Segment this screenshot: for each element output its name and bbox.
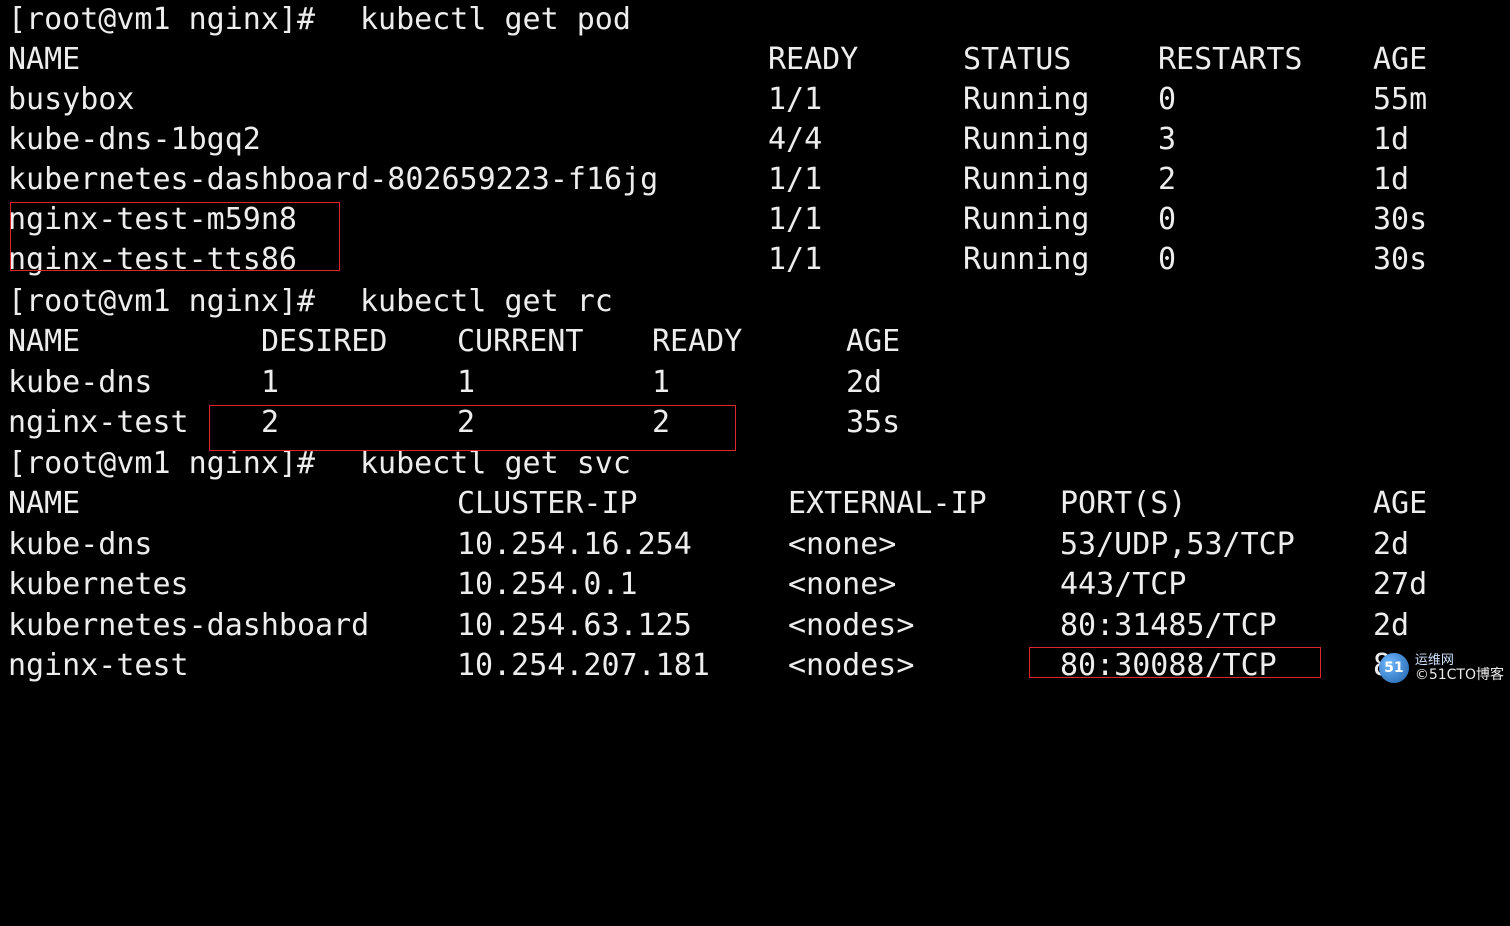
rc-current: 2 [457,405,476,440]
pod-row: nginx-test-m59n8 1/1 Running 0 30s [0,200,1510,240]
pod-ready: 1/1 [768,162,823,197]
header-ready: READY [768,42,859,77]
header-ports: PORT(S) [1060,486,1187,521]
svc-cluster-ip: 10.254.207.181 [457,648,710,683]
pod-restarts: 0 [1158,202,1177,237]
rc-row: nginx-test 2 2 2 35s [0,403,1510,443]
header-name: NAME [8,486,81,521]
svc-age: 2d [1373,527,1410,562]
header-age: AGE [1373,42,1428,77]
pod-row: kubernetes-dashboard-802659223-f16jg 1/1… [0,160,1510,200]
rc-age: 35s [846,405,901,440]
pod-ready: 1/1 [768,202,823,237]
watermark-brand: ©51CTO博客 [1414,667,1504,683]
svc-command-line: [root@vm1 nginx]# kubectl get svc [0,444,1510,484]
pod-row: nginx-test-tts86 1/1 Running 0 30s [0,240,1510,280]
rc-name: nginx-test [8,405,189,440]
rc-header-row: NAME DESIRED CURRENT READY AGE [0,322,1510,362]
header-age: AGE [1373,486,1428,521]
svc-row: kubernetes-dashboard 10.254.63.125 <node… [0,606,1510,646]
header-desired: DESIRED [261,324,388,359]
rc-name: kube-dns [8,365,153,400]
svc-age: 2d [1373,608,1410,643]
pod-ready: 1/1 [768,82,823,117]
rc-desired: 1 [261,365,280,400]
command-text: kubectl get pod [360,2,631,37]
pod-command-line: [root@vm1 nginx]# kubectl get pod [0,0,1510,40]
pod-restarts: 0 [1158,82,1177,117]
header-age: AGE [846,324,901,359]
pod-status: Running [963,82,1090,117]
svc-row: nginx-test 10.254.207.181 <nodes> 80:300… [0,646,1510,686]
pod-row: kube-dns-1bgq2 4/4 Running 3 1d [0,120,1510,160]
svc-external-ip: <nodes> [788,608,915,643]
pod-restarts: 2 [1158,162,1177,197]
svc-header-row: NAME CLUSTER-IP EXTERNAL-IP PORT(S) AGE [0,484,1510,524]
svc-ports: 80:30088/TCP [1060,648,1277,683]
51cto-logo-icon: 51 [1378,653,1409,683]
svc-ports: 80:31485/TCP [1060,608,1277,643]
rc-ready: 2 [652,405,671,440]
svc-cluster-ip: 10.254.63.125 [457,608,692,643]
pod-header-row: NAME READY STATUS RESTARTS AGE [0,40,1510,80]
header-cluster-ip: CLUSTER-IP [457,486,638,521]
shell-prompt: [root@vm1 nginx]# [8,284,316,319]
shell-prompt: [root@vm1 nginx]# [8,446,316,481]
svc-name: kubernetes-dashboard [8,608,370,643]
pod-age: 30s [1373,242,1428,277]
svc-ports: 53/UDP,53/TCP [1060,527,1295,562]
pod-ready: 1/1 [768,242,823,277]
header-external-ip: EXTERNAL-IP [788,486,987,521]
svc-external-ip: <nodes> [788,648,915,683]
svc-cluster-ip: 10.254.0.1 [457,567,638,602]
pod-restarts: 0 [1158,242,1177,277]
svc-age: 27d [1373,567,1428,602]
pod-status: Running [963,122,1090,157]
watermark-site: 运维网 [1414,653,1454,668]
terminal-window[interactable]: [root@vm1 nginx]# kubectl get pod NAME R… [0,0,1510,687]
header-name: NAME [8,324,81,359]
header-current: CURRENT [457,324,584,359]
pod-name: nginx-test-m59n8 [8,202,297,237]
pod-age: 1d [1373,122,1410,157]
header-ready: READY [652,324,743,359]
pod-age: 1d [1373,162,1410,197]
svc-name: kube-dns [8,527,153,562]
watermark: 51 运维网 ©51CTO博客 [1378,653,1504,683]
pod-status: Running [963,162,1090,197]
pod-name: nginx-test-tts86 [8,242,297,277]
pod-status: Running [963,202,1090,237]
rc-current: 1 [457,365,476,400]
svc-cluster-ip: 10.254.16.254 [457,527,692,562]
pod-status: Running [963,242,1090,277]
header-status: STATUS [963,42,1072,77]
header-name: NAME [8,42,81,77]
svc-name: nginx-test [8,648,189,683]
rc-command-line: [root@vm1 nginx]# kubectl get rc [0,282,1510,322]
watermark-text: 运维网 ©51CTO博客 [1414,653,1504,683]
pod-age: 30s [1373,202,1428,237]
svc-row: kube-dns 10.254.16.254 <none> 53/UDP,53/… [0,525,1510,565]
pod-name: busybox [8,82,135,117]
pod-row: busybox 1/1 Running 0 55m [0,80,1510,120]
svc-ports: 443/TCP [1060,567,1187,602]
rc-desired: 2 [261,405,280,440]
svc-name: kubernetes [8,567,189,602]
rc-ready: 1 [652,365,671,400]
svc-row: kubernetes 10.254.0.1 <none> 443/TCP 27d [0,565,1510,605]
svc-external-ip: <none> [788,527,897,562]
pod-restarts: 3 [1158,122,1177,157]
pod-age: 55m [1373,82,1428,117]
header-restarts: RESTARTS [1158,42,1303,77]
pod-ready: 4/4 [768,122,823,157]
svc-external-ip: <none> [788,567,897,602]
rc-row: kube-dns 1 1 1 2d [0,363,1510,403]
pod-name: kubernetes-dashboard-802659223-f16jg [8,162,659,197]
pod-name: kube-dns-1bgq2 [8,122,261,157]
shell-prompt: [root@vm1 nginx]# [8,2,316,37]
rc-age: 2d [846,365,883,400]
command-text: kubectl get svc [360,446,631,481]
command-text: kubectl get rc [360,284,613,319]
